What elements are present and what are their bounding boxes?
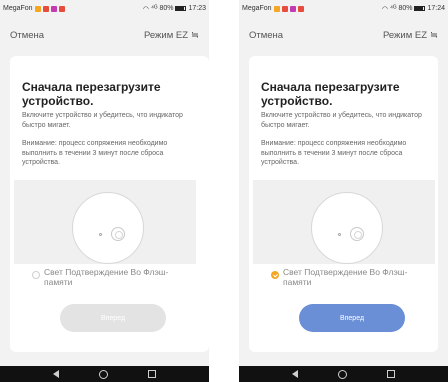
back-icon[interactable] [53, 370, 59, 378]
confirm-checkbox[interactable] [271, 271, 279, 279]
phone-screen-after: MegaFon ◠ ⁴ᴳ 80% 17:24 Отмена Режим EZ ≒… [239, 0, 448, 382]
notification-icon [289, 5, 296, 12]
instruction-card: Сначала перезагрузите устройство. Включи… [249, 56, 438, 352]
notification-icon [58, 5, 65, 12]
battery-icon [414, 6, 426, 11]
notification-icon [42, 5, 49, 12]
device-illustration [14, 180, 196, 264]
indicator-light-icon [338, 233, 341, 236]
battery-percent: 80% [159, 5, 174, 12]
confirm-checkbox[interactable] [32, 271, 40, 279]
device-image [311, 192, 383, 264]
top-nav: Отмена Режим EZ ≒ [0, 24, 209, 46]
notification-icon [281, 5, 288, 12]
confirm-label: Свет Подтверждение Во Флэш-памяти [44, 267, 169, 287]
device-image [72, 192, 144, 264]
reset-button-icon [350, 227, 364, 241]
battery-percent: 80% [398, 5, 413, 12]
reset-button-icon [111, 227, 125, 241]
battery-icon [175, 6, 187, 11]
signal-icon: ⁴ᴳ [389, 5, 397, 12]
system-nav-bar [239, 366, 448, 382]
device-illustration [253, 180, 435, 264]
card-title: Сначала перезагрузите устройство. [261, 80, 400, 108]
confirm-label: Свет Подтверждение Во Флэш-памяти [283, 267, 408, 287]
home-icon[interactable] [99, 369, 108, 379]
clock: 17:24 [427, 5, 445, 12]
instruction-text: Включите устройство и убедитесь, что инд… [261, 112, 422, 129]
mode-switch-button[interactable]: Режим EZ ≒ [144, 30, 199, 41]
carrier-label: MegaFon [3, 5, 33, 12]
mode-label: Режим EZ [382, 29, 428, 41]
cancel-button[interactable]: Отмена [10, 30, 44, 41]
clock: 17:23 [188, 5, 206, 12]
card-title: Сначала перезагрузите устройство. [22, 80, 161, 108]
system-nav-bar [0, 366, 209, 382]
switch-arrows-icon: ≒ [191, 29, 199, 41]
confirm-checkbox-row[interactable]: Свет Подтверждение Во Флэш-памяти [271, 267, 431, 287]
confirm-checkbox-row[interactable]: Свет Подтверждение Во Флэш-памяти [32, 267, 192, 287]
instruction-card: Сначала перезагрузите устройство. Включи… [10, 56, 209, 352]
notification-icon [34, 5, 41, 12]
recent-apps-icon[interactable] [387, 370, 395, 378]
wifi-icon: ◠ [381, 5, 388, 13]
back-icon[interactable] [292, 370, 298, 378]
next-button[interactable]: Вперед [60, 304, 166, 332]
home-icon[interactable] [338, 369, 347, 379]
notification-icon [50, 5, 57, 12]
wifi-icon: ◠ [142, 5, 149, 13]
indicator-light-icon [99, 233, 102, 236]
next-button[interactable]: Вперед [299, 304, 405, 332]
status-bar: MegaFon ◠ ⁴ᴳ 80% 17:24 [239, 0, 448, 17]
notification-icon [297, 5, 304, 12]
warning-text: Внимание: процесс сопряжения необходимо … [261, 140, 407, 166]
notification-icon [273, 5, 280, 12]
signal-icon: ⁴ᴳ [150, 5, 158, 12]
cancel-button[interactable]: Отмена [249, 30, 283, 41]
recent-apps-icon[interactable] [148, 370, 156, 378]
switch-arrows-icon: ≒ [430, 29, 438, 41]
top-nav: Отмена Режим EZ ≒ [239, 24, 448, 46]
instruction-text: Включите устройство и убедитесь, что инд… [22, 112, 183, 129]
carrier-label: MegaFon [242, 5, 272, 12]
phone-screen-before: MegaFon ◠ ⁴ᴳ 80% 17:23 Отмена Режим EZ ≒… [0, 0, 209, 382]
warning-text: Внимание: процесс сопряжения необходимо … [22, 140, 168, 166]
mode-switch-button[interactable]: Режим EZ ≒ [383, 30, 438, 41]
mode-label: Режим EZ [143, 29, 189, 41]
status-bar: MegaFon ◠ ⁴ᴳ 80% 17:23 [0, 0, 209, 17]
